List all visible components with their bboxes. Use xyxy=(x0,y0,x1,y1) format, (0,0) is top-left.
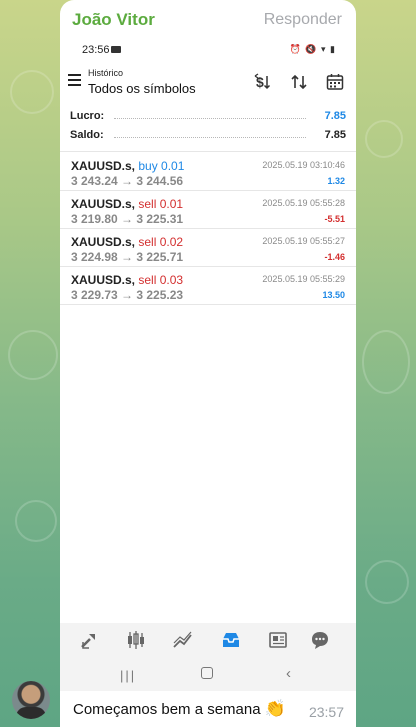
trade-symbol: XAUUSD.s, sell 0.02 xyxy=(71,235,184,249)
currency-sort-icon[interactable]: $ xyxy=(253,72,273,92)
status-time: 23:56 xyxy=(82,44,110,56)
trade-prices: 3 243.24 → 3 244.56 xyxy=(71,174,184,188)
trade-row[interactable]: XAUUSD.s, sell 0.01 3 219.80 → 3 225.31 20… xyxy=(60,191,356,229)
sim-icon xyxy=(111,46,121,53)
trade-row[interactable]: XAUUSD.s, sell 0.03 3 229.73 → 3 225.23 20… xyxy=(60,267,356,305)
background-doodle xyxy=(10,70,54,114)
trade-row[interactable]: XAUUSD.s, sell 0.02 3 224.98 → 3 225.71 20… xyxy=(60,229,356,267)
header-small-title: Histórico xyxy=(88,68,124,78)
sender-name[interactable]: João Vitor xyxy=(72,10,155,30)
svg-text:$: $ xyxy=(256,74,264,90)
recents-button[interactable]: ||| xyxy=(120,668,136,683)
message-time: 23:57 xyxy=(308,704,344,720)
message-bubble[interactable]: João Vitor Responder 23:56 ⏰ 🔇 ▾ ▮ Histó… xyxy=(60,0,356,727)
trade-prices: 3 224.98 → 3 225.71 xyxy=(71,250,184,264)
trade-action: sell 0.01 xyxy=(138,197,184,211)
trade-datetime: 2025.05.19 05:55:28 xyxy=(262,198,345,208)
history-icon[interactable] xyxy=(220,629,242,651)
trade-datetime: 2025.05.19 03:10:46 xyxy=(262,160,345,170)
clap-emoji: 👏 xyxy=(264,699,286,718)
trade-symbol: XAUUSD.s, buy 0.01 xyxy=(71,159,185,173)
home-button[interactable] xyxy=(201,667,213,679)
background-doodle xyxy=(15,500,57,542)
trade-symbol: XAUUSD.s, sell 0.03 xyxy=(71,273,184,287)
lucro-label: Lucro: xyxy=(70,110,105,122)
reply-button[interactable]: Responder xyxy=(264,11,342,29)
trade-action: buy 0.01 xyxy=(138,159,185,173)
divider xyxy=(60,151,356,152)
message-caption: Começamos bem a semana 👏 23:57 xyxy=(60,691,356,727)
saldo-value: 7.85 xyxy=(324,129,346,141)
trade-icon[interactable] xyxy=(172,629,194,651)
saldo-row: Saldo: 7.85 xyxy=(70,129,346,145)
chart-icon[interactable] xyxy=(125,629,147,651)
trade-pnl: 13.50 xyxy=(322,290,345,300)
news-icon[interactable] xyxy=(267,629,289,651)
lucro-row: Lucro: 7.85 xyxy=(70,110,346,126)
header-title[interactable]: Todos os símbolos xyxy=(88,81,196,96)
trade-pnl: -1.46 xyxy=(324,252,345,262)
calendar-icon[interactable] xyxy=(325,72,345,92)
trade-prices: 3 219.80 → 3 225.31 xyxy=(71,212,184,226)
trade-row[interactable]: XAUUSD.s, buy 0.01 3 243.24 → 3 244.56 202… xyxy=(60,153,356,191)
trade-datetime: 2025.05.19 05:55:27 xyxy=(262,236,345,246)
trade-datetime: 2025.05.19 05:55:29 xyxy=(262,274,345,284)
background-doodle xyxy=(362,330,410,394)
background-doodle xyxy=(365,120,403,158)
caption-text: Começamos bem a semana 👏 xyxy=(73,699,286,718)
trade-action: sell 0.03 xyxy=(138,273,184,287)
divider xyxy=(60,304,356,305)
trade-prices: 3 229.73 → 3 225.23 xyxy=(71,288,184,302)
saldo-label: Saldo: xyxy=(70,129,104,141)
trade-symbol: XAUUSD.s, sell 0.01 xyxy=(71,197,184,211)
status-icons: ⏰ 🔇 ▾ ▮ xyxy=(289,44,336,54)
trade-pnl: 1.32 xyxy=(327,176,345,186)
trade-action: sell 0.02 xyxy=(138,235,184,249)
sender-avatar[interactable] xyxy=(12,681,50,719)
background-doodle xyxy=(8,330,58,380)
phone-status-bar: 23:56 ⏰ 🔇 ▾ ▮ xyxy=(60,40,356,60)
chat-icon[interactable] xyxy=(309,629,331,651)
sort-arrows-icon[interactable] xyxy=(289,72,309,92)
back-button[interactable]: ‹ xyxy=(286,665,291,682)
lucro-value: 7.85 xyxy=(324,110,346,122)
quotes-icon[interactable] xyxy=(78,629,100,651)
bottom-nav xyxy=(60,623,356,657)
app-header: Histórico Todos os símbolos $ xyxy=(60,62,356,108)
background-doodle xyxy=(365,560,409,604)
system-nav-bar: ||| ‹ xyxy=(60,657,356,691)
trade-pnl: -5.51 xyxy=(324,214,345,224)
menu-icon[interactable] xyxy=(68,74,81,86)
